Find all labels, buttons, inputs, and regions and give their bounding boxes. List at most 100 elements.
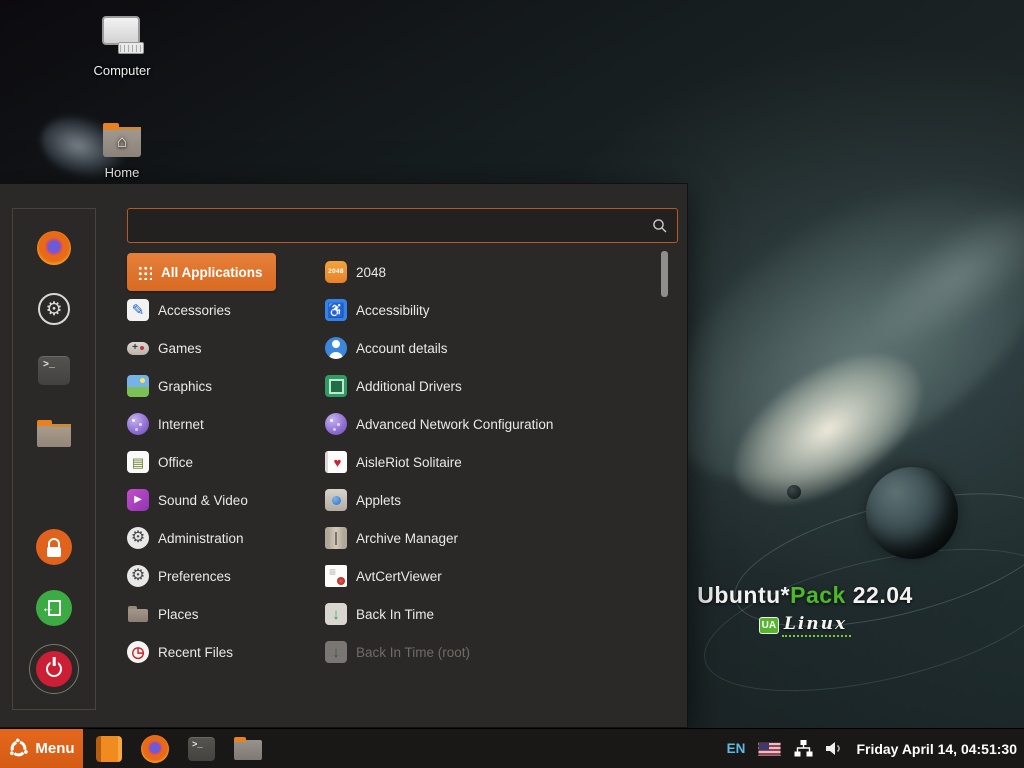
- logout-button[interactable]: [33, 587, 75, 629]
- app-label: Back In Time: [356, 606, 435, 622]
- grid-icon: [137, 264, 152, 280]
- category-label: Sound & Video: [158, 492, 248, 508]
- globe-icon: [325, 413, 347, 435]
- category-all-applications[interactable]: All Applications: [127, 253, 276, 291]
- gear-icon: ⚙: [127, 565, 149, 587]
- category-internet[interactable]: Internet: [127, 405, 315, 443]
- app-label: Back In Time (root): [356, 644, 471, 660]
- wallpaper-branding: Ubuntu*Pack 22.04 UA Linux: [695, 582, 915, 637]
- category-label: Office: [158, 454, 194, 470]
- category-label: Recent Files: [158, 644, 234, 660]
- desktop-icon-label: Home: [104, 165, 140, 180]
- backup-icon: ↓: [325, 641, 347, 663]
- app-label: Additional Drivers: [356, 378, 462, 394]
- launcher-package[interactable]: [96, 735, 122, 762]
- app-item-avtcertviewer[interactable]: AvtCertViewer: [325, 557, 655, 595]
- category-games[interactable]: + Games: [127, 329, 315, 367]
- categories-column: All Applications ✎ Accessories + Games G…: [127, 253, 315, 671]
- category-label: Preferences: [158, 568, 231, 584]
- firefox-icon: [141, 734, 169, 763]
- category-places[interactable]: Places: [127, 595, 315, 633]
- applications-column: 2048 2048 ♿ Accessibility Account detail…: [325, 253, 655, 671]
- app-item-aisleriot-solitaire[interactable]: ♥ AisleRiot Solitaire: [325, 443, 655, 481]
- app-item-advanced-network-configuration[interactable]: Advanced Network Configuration: [325, 405, 655, 443]
- accessibility-icon: ♿: [325, 299, 347, 321]
- menu-button[interactable]: Menu: [0, 728, 83, 768]
- scrollbar-thumb[interactable]: [661, 251, 668, 297]
- category-label: Accessories: [158, 302, 231, 318]
- category-preferences[interactable]: ⚙ Preferences: [127, 557, 315, 595]
- app-item-additional-drivers[interactable]: Additional Drivers: [325, 367, 655, 405]
- app-item-2048[interactable]: 2048 2048: [325, 253, 655, 291]
- favorite-firefox[interactable]: [33, 227, 75, 269]
- play-icon: ▶: [127, 489, 149, 511]
- app-item-archive-manager[interactable]: Archive Manager: [325, 519, 655, 557]
- taskbar-launchers: >_: [96, 734, 262, 763]
- category-recent-files[interactable]: ◷ Recent Files: [127, 633, 315, 671]
- app-label: Applets: [356, 492, 402, 508]
- category-office[interactable]: ▤ Office: [127, 443, 315, 481]
- app-item-back-in-time[interactable]: ↓ Back In Time: [325, 595, 655, 633]
- category-administration[interactable]: ⚙ Administration: [127, 519, 315, 557]
- network-icon[interactable]: [794, 740, 813, 757]
- document-icon: ▤: [127, 451, 149, 473]
- launcher-terminal[interactable]: >_: [188, 736, 215, 761]
- app-label: AisleRiot Solitaire: [356, 454, 462, 470]
- certificate-icon: [325, 565, 347, 587]
- favorite-terminal[interactable]: >_: [33, 349, 75, 391]
- search-bar: [127, 208, 678, 243]
- chip-icon: [325, 375, 347, 397]
- app-item-account-details[interactable]: Account details: [325, 329, 655, 367]
- search-icon: [652, 218, 668, 234]
- keyboard-layout-indicator[interactable]: EN: [727, 741, 746, 756]
- category-label: All Applications: [161, 264, 263, 280]
- folder-icon: [127, 603, 149, 625]
- globe-icon: [127, 413, 149, 435]
- us-flag-icon[interactable]: [758, 741, 782, 756]
- ualinux-logo: UA Linux: [695, 614, 915, 637]
- desktop-icon-label: Computer: [93, 63, 151, 78]
- accessories-icon: ✎: [127, 299, 149, 321]
- app-label: Accessibility: [356, 302, 430, 318]
- clock-icon: ◷: [127, 641, 149, 663]
- card-heart-icon: ♥: [325, 451, 347, 473]
- stars: [0, 0, 1, 1]
- category-label: Games: [158, 340, 202, 356]
- app-label: Advanced Network Configuration: [356, 416, 554, 432]
- shutdown-button[interactable]: [29, 644, 79, 694]
- launcher-firefox[interactable]: [141, 734, 169, 763]
- lock-icon: [36, 529, 72, 565]
- app-item-back-in-time-root[interactable]: ↓ Back In Time (root): [325, 633, 655, 671]
- category-label: Places: [158, 606, 199, 622]
- launcher-files[interactable]: [234, 737, 262, 760]
- folder-icon: [37, 420, 71, 447]
- clock[interactable]: Friday April 14, 04:51:30: [856, 741, 1017, 757]
- ua-badge: UA: [758, 617, 779, 634]
- category-graphics[interactable]: Graphics: [127, 367, 315, 405]
- terminal-icon: >_: [188, 736, 215, 761]
- lock-screen-button[interactable]: [33, 526, 75, 568]
- desktop-icon-home[interactable]: ⌂ Home: [82, 122, 162, 180]
- system-tray: EN Friday April 14, 04:51:30: [727, 740, 1024, 757]
- app-label: Archive Manager: [356, 530, 459, 546]
- application-menu: ⚙ >_ All Applications: [0, 183, 688, 728]
- app-item-applets[interactable]: Applets: [325, 481, 655, 519]
- ubuntu-logo-icon: [10, 738, 29, 757]
- category-label: Administration: [158, 530, 244, 546]
- search-input[interactable]: [128, 217, 652, 234]
- menu-button-label: Menu: [35, 740, 75, 757]
- desktop-icon-computer[interactable]: Computer: [82, 14, 162, 78]
- category-accessories[interactable]: ✎ Accessories: [127, 291, 315, 329]
- app-item-accessibility[interactable]: ♿ Accessibility: [325, 291, 655, 329]
- image-icon: [127, 375, 149, 397]
- moon: [787, 485, 801, 499]
- favorite-system-settings[interactable]: ⚙: [33, 288, 75, 330]
- gear-icon: ⚙: [38, 293, 70, 325]
- volume-icon[interactable]: [826, 741, 843, 756]
- home-folder-icon: ⌂: [100, 122, 144, 160]
- category-sound-video[interactable]: ▶ Sound & Video: [127, 481, 315, 519]
- linux-script: Linux: [781, 614, 852, 637]
- logout-icon: [36, 590, 72, 626]
- favorite-files[interactable]: [33, 410, 75, 452]
- app-label: AvtCertViewer: [356, 568, 442, 584]
